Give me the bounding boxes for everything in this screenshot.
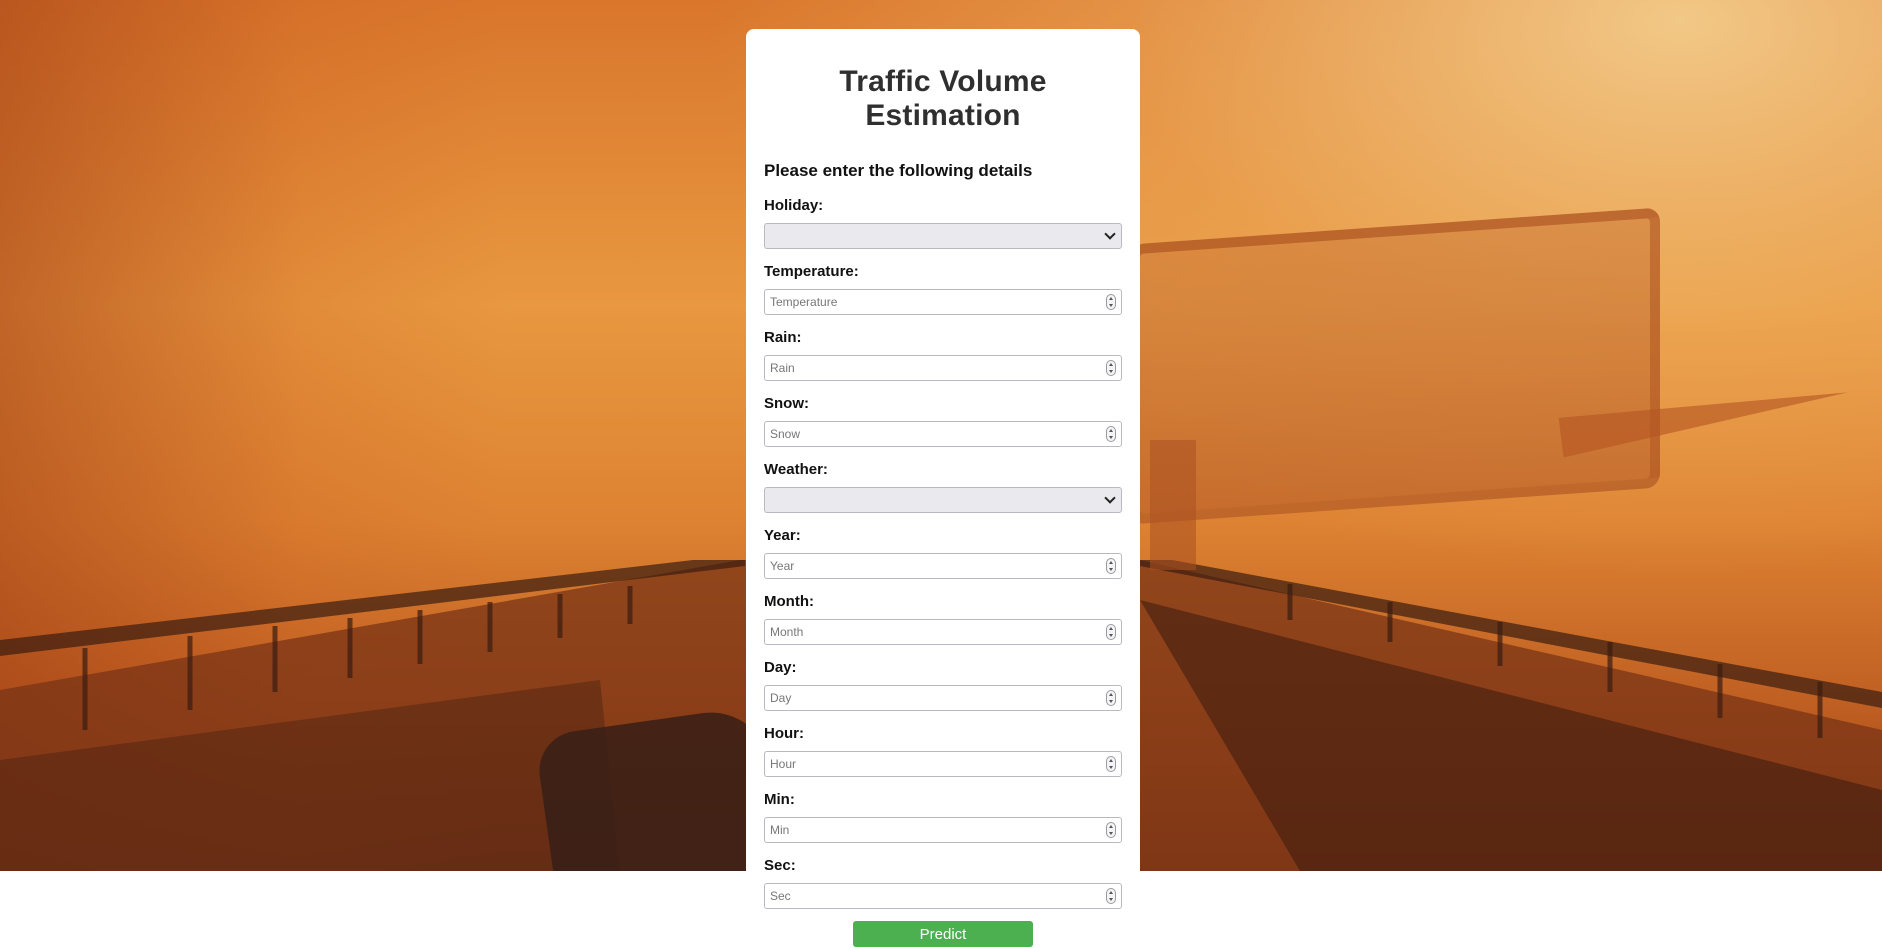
min-field[interactable] <box>764 817 1122 843</box>
hour-label: Hour: <box>764 725 804 742</box>
billboard-pole <box>1150 440 1196 570</box>
temperature-label: Temperature: <box>764 263 859 280</box>
rain-label: Rain: <box>764 329 802 346</box>
month-input[interactable] <box>765 620 1100 644</box>
form-subtitle: Please enter the following details <box>764 161 1033 180</box>
chevron-down-icon <box>1104 228 1116 240</box>
spinner-icon[interactable] <box>1106 888 1116 904</box>
month-label: Month: <box>764 593 814 610</box>
snow-label: Snow: <box>764 395 809 412</box>
form-panel: Traffic Volume Estimation Please enter t… <box>746 29 1140 947</box>
spinner-icon[interactable] <box>1106 558 1116 574</box>
hour-input[interactable] <box>765 752 1100 776</box>
spinner-icon[interactable] <box>1106 426 1116 442</box>
rain-input[interactable] <box>765 356 1100 380</box>
sec-field[interactable] <box>764 883 1122 909</box>
snow-field[interactable] <box>764 421 1122 447</box>
spinner-icon[interactable] <box>1106 624 1116 640</box>
sec-input[interactable] <box>765 884 1100 908</box>
sec-label: Sec: <box>764 857 796 874</box>
temperature-input[interactable] <box>765 290 1100 314</box>
page-title: Traffic Volume Estimation <box>839 65 1047 132</box>
day-label: Day: <box>764 659 797 676</box>
spinner-icon[interactable] <box>1106 690 1116 706</box>
spinner-icon[interactable] <box>1106 822 1116 838</box>
year-label: Year: <box>764 527 801 544</box>
chevron-down-icon <box>1104 492 1116 504</box>
weather-select[interactable] <box>764 487 1122 513</box>
submit-row: Predict <box>764 921 1122 947</box>
predict-button[interactable]: Predict <box>853 921 1033 947</box>
year-input[interactable] <box>765 554 1100 578</box>
day-field[interactable] <box>764 685 1122 711</box>
rain-field[interactable] <box>764 355 1122 381</box>
min-input[interactable] <box>765 818 1100 842</box>
spinner-icon[interactable] <box>1106 294 1116 310</box>
month-field[interactable] <box>764 619 1122 645</box>
day-input[interactable] <box>765 686 1100 710</box>
year-field[interactable] <box>764 553 1122 579</box>
spinner-icon[interactable] <box>1106 756 1116 772</box>
weather-label: Weather: <box>764 461 828 478</box>
holiday-select[interactable] <box>764 223 1122 249</box>
min-label: Min: <box>764 791 795 808</box>
snow-input[interactable] <box>765 422 1100 446</box>
holiday-label: Holiday: <box>764 197 824 214</box>
spinner-icon[interactable] <box>1106 360 1116 376</box>
billboard <box>1130 207 1660 525</box>
hour-field[interactable] <box>764 751 1122 777</box>
temperature-field[interactable] <box>764 289 1122 315</box>
